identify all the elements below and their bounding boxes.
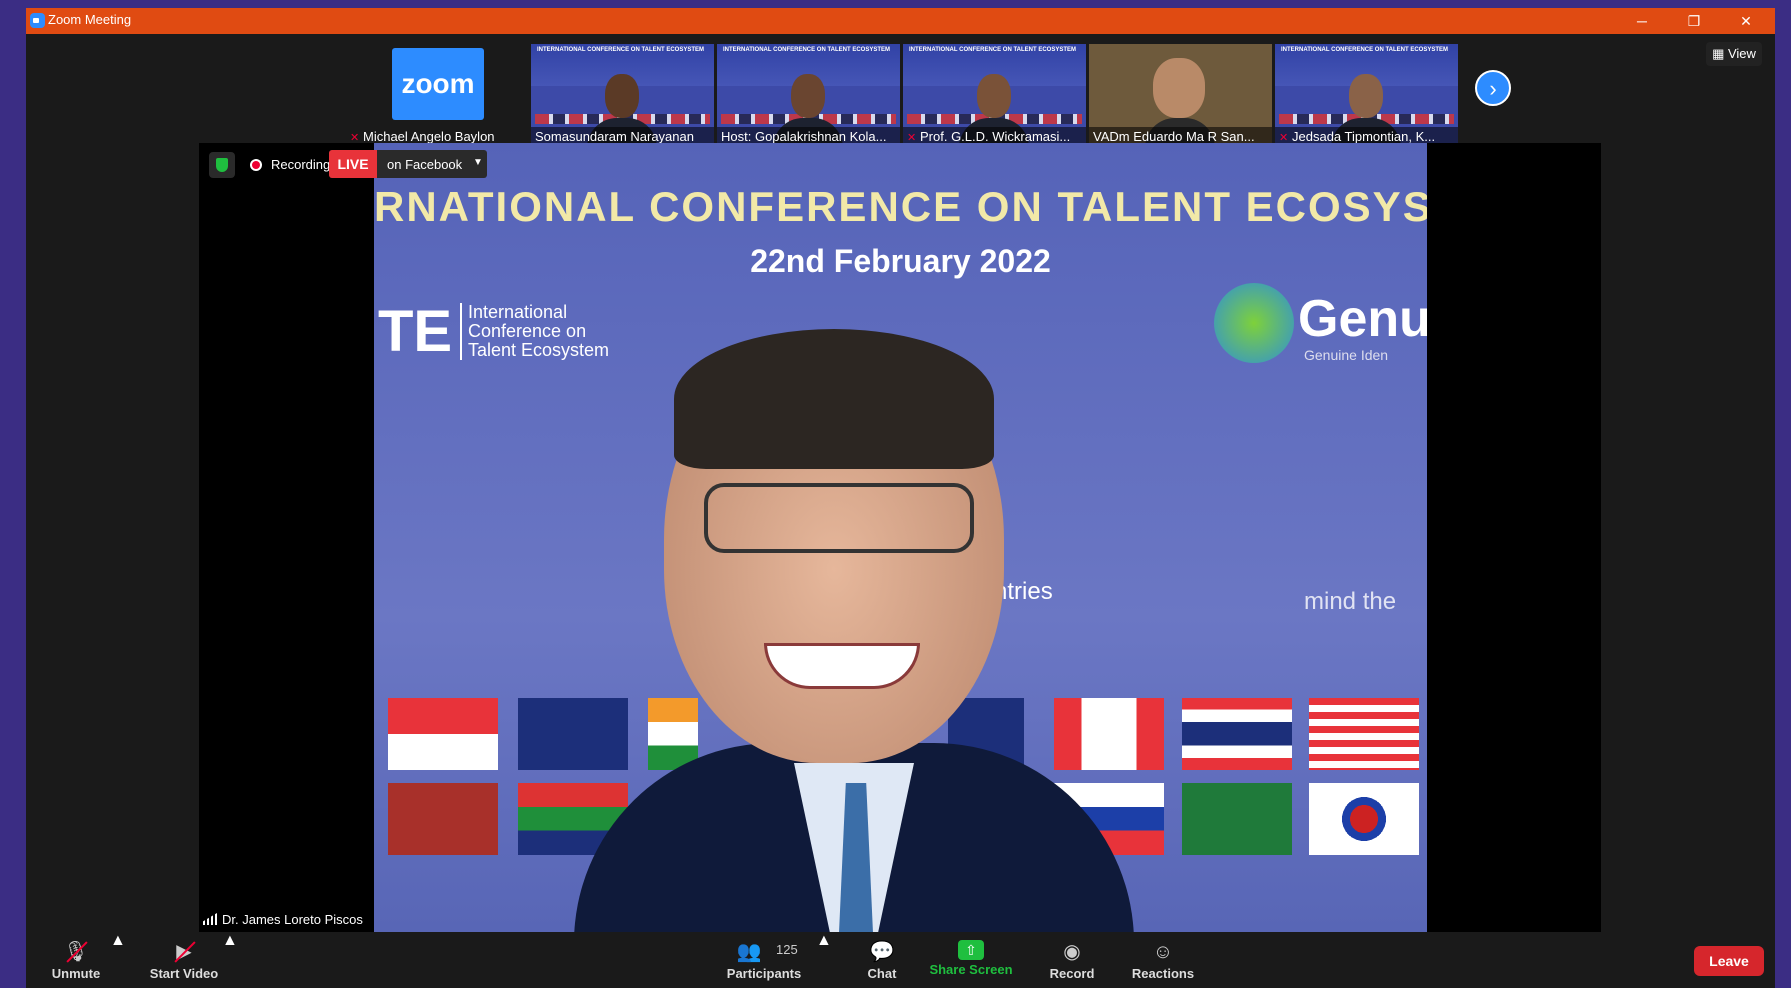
live-platform: on Facebook — [387, 157, 463, 172]
meeting-toolbar: 🎙 Unmute ▲ ▶ Start Video ▲ 👥 Participant… — [26, 932, 1775, 988]
recording-label: Recording — [271, 157, 331, 172]
main-video-stage: RNATIONAL CONFERENCE ON TALENT ECOSYS 22… — [199, 143, 1601, 932]
muted-mic-icon: ✕ — [350, 132, 360, 144]
unmute-label: Unmute — [51, 966, 101, 981]
view-button[interactable]: ▦ View — [1706, 42, 1762, 66]
sponsor-tagline: Genuine Iden — [1304, 347, 1389, 363]
title-bar: Zoom Meeting ─ ❐ ✕ — [26, 8, 1775, 34]
slide-date: 22nd February 2022 — [750, 243, 1051, 279]
next-page-button[interactable]: › — [1475, 70, 1511, 106]
tile-banner: INTERNATIONAL CONFERENCE ON TALENT ECOSY… — [723, 47, 891, 53]
record-icon: ◉ — [1063, 941, 1081, 963]
caret-down-icon: ▼ — [473, 157, 483, 168]
flag-south-korea — [1309, 783, 1419, 855]
participant-tile[interactable]: INTERNATIONAL CONFERENCE ON TALENT ECOSY… — [903, 44, 1086, 147]
glasses — [704, 483, 974, 553]
participant-name: Jedsada Tipmontian, K... — [1292, 129, 1436, 144]
recording-icon — [250, 159, 262, 171]
flag-malaysia — [1309, 698, 1419, 770]
participant-video — [791, 74, 825, 118]
flag-sri-lanka — [388, 783, 498, 855]
view-label: View — [1727, 46, 1756, 61]
participant-name: VADm Eduardo Ma R San... — [1093, 129, 1255, 144]
zoom-window: Zoom Meeting ─ ❐ ✕ zoom ✕ Michael Angelo … — [26, 8, 1775, 988]
share-screen-button[interactable]: ⇧ Share Screen — [928, 932, 1014, 988]
start-video-label: Start Video — [149, 966, 219, 981]
flag-india — [648, 698, 698, 770]
active-speaker-label: Dr. James Loreto Piscos — [199, 909, 367, 931]
signal-strength-icon — [203, 913, 217, 925]
conference-logo-caption: International Conference on Talent Ecosy… — [460, 303, 628, 360]
share-screen-label: Share Screen — [929, 962, 1013, 977]
zoom-app-icon — [30, 13, 45, 28]
unmute-button[interactable]: 🎙 Unmute — [46, 932, 106, 988]
minimize-button[interactable]: ─ — [1616, 8, 1668, 34]
slide-headline: RNATIONAL CONFERENCE ON TALENT ECOSYS — [374, 183, 1427, 230]
chat-button[interactable]: 💬 Chat — [852, 932, 912, 988]
participants-icon: 👥 — [736, 941, 762, 963]
share-screen-icon: ⇧ — [958, 940, 984, 960]
audio-options-caret[interactable]: ▲ — [110, 932, 126, 988]
restore-button[interactable]: ❐ — [1668, 8, 1720, 34]
tile-banner: INTERNATIONAL CONFERENCE ON TALENT ECOSY… — [537, 47, 705, 53]
participant-tile[interactable]: VADm Eduardo Ma R San... — [1089, 44, 1272, 147]
flag-saudi-arabia — [1182, 783, 1292, 855]
participant-name: Host: Gopalakrishnan Kola... — [721, 129, 887, 144]
sponsor-logo: Genui Genuine Iden — [1214, 283, 1427, 363]
chat-icon: 💬 — [869, 941, 895, 963]
record-button[interactable]: ◉ Record — [1042, 932, 1102, 988]
security-shield-icon[interactable] — [209, 152, 235, 178]
live-badge: LIVE — [329, 150, 377, 178]
participant-strip: zoom ✕ Michael Angelo Baylon INTERNATIONA… — [26, 34, 1775, 150]
participants-button[interactable]: 👥 Participants — [716, 932, 812, 988]
chat-label: Chat — [867, 966, 897, 981]
participant-video — [1153, 58, 1205, 118]
participant-tile[interactable]: zoom ✕ Michael Angelo Baylon — [346, 44, 529, 147]
zoom-logo: zoom — [392, 48, 484, 120]
participant-name: Michael Angelo Baylon — [363, 129, 495, 144]
reactions-label: Reactions — [1131, 966, 1195, 981]
muted-mic-icon: ✕ — [1279, 132, 1289, 144]
flag-uk — [518, 698, 628, 770]
close-button[interactable]: ✕ — [1720, 8, 1772, 34]
participants-count: 125 — [776, 942, 798, 957]
slide-text: mind the — [1304, 588, 1397, 615]
live-stream-indicator[interactable]: LIVE on Facebook ▼ — [329, 150, 487, 178]
active-speaker-name: Dr. James Loreto Piscos — [222, 912, 363, 927]
muted-mic-icon: ✕ — [907, 132, 917, 144]
leave-button[interactable]: Leave — [1694, 946, 1764, 976]
participants-label: Participants — [726, 966, 802, 981]
participant-video — [1349, 74, 1383, 118]
sponsor-name: Genui — [1298, 290, 1427, 348]
start-video-button[interactable]: ▶ Start Video — [142, 932, 226, 988]
muted-mic-icon: 🎙 — [61, 940, 91, 964]
tile-banner: INTERNATIONAL CONFERENCE ON TALENT ECOSY… — [909, 47, 1077, 53]
flag-canada — [1054, 698, 1164, 770]
participant-tile[interactable]: INTERNATIONAL CONFERENCE ON TALENT ECOSY… — [1275, 44, 1458, 147]
participants-options-caret[interactable]: ▲ — [816, 932, 832, 988]
speaker-video: RNATIONAL CONFERENCE ON TALENT ECOSYS 22… — [374, 143, 1427, 932]
window-title: Zoom Meeting — [48, 12, 132, 27]
flag-singapore — [388, 698, 498, 770]
video-off-icon: ▶ — [169, 940, 199, 964]
participant-video — [605, 74, 639, 118]
conference-logo: TE — [378, 299, 453, 364]
participant-name: Somasundaram Narayanan — [535, 129, 694, 144]
checkmark-icon — [1214, 283, 1294, 363]
participant-name: Prof. G.L.D. Wickramasi... — [920, 129, 1071, 144]
reactions-icon: ☺ — [1152, 941, 1174, 963]
reactions-button[interactable]: ☺ Reactions — [1126, 932, 1200, 988]
record-label: Record — [1049, 966, 1095, 981]
tile-banner: INTERNATIONAL CONFERENCE ON TALENT ECOSY… — [1281, 47, 1449, 53]
grid-icon: ▦ — [1712, 46, 1728, 61]
participant-tile[interactable]: INTERNATIONAL CONFERENCE ON TALENT ECOSY… — [717, 44, 900, 147]
participant-tile[interactable]: INTERNATIONAL CONFERENCE ON TALENT ECOSY… — [531, 44, 714, 147]
flag-thailand — [1182, 698, 1292, 770]
participant-video — [977, 74, 1011, 118]
video-options-caret[interactable]: ▲ — [222, 932, 238, 988]
